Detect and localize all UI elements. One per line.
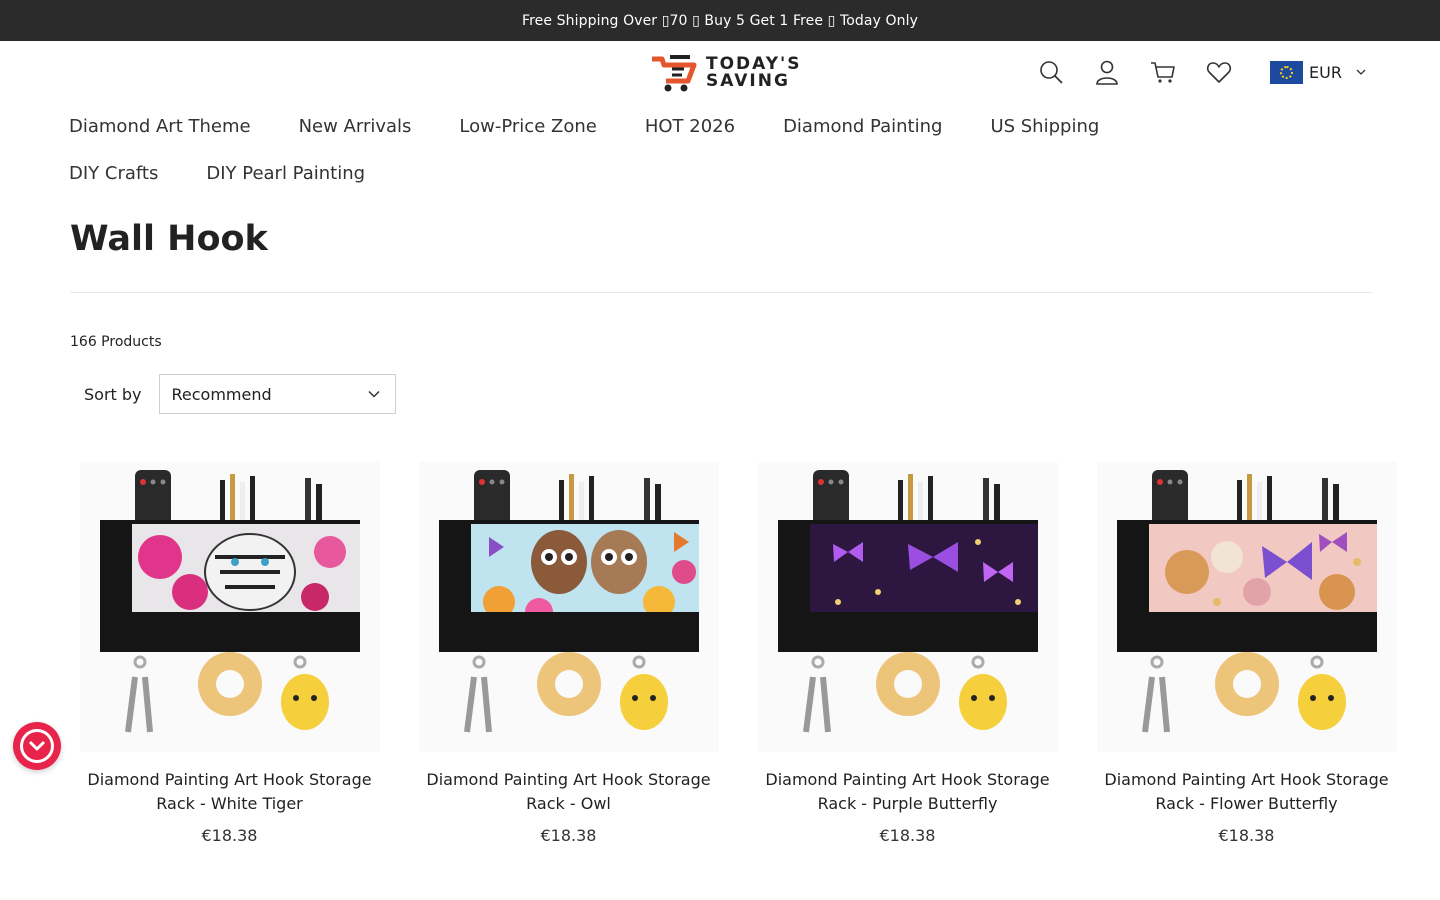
announcement-bar: Free Shipping Over ▯70 ▯ Buy 5 Get 1 Fre… bbox=[0, 0, 1440, 41]
sort-label: Sort by bbox=[84, 384, 142, 404]
sort-value: Recommend bbox=[171, 384, 272, 404]
page-title: Wall Hook bbox=[70, 219, 268, 259]
search-icon[interactable] bbox=[1036, 57, 1066, 87]
announcement-text: Free Shipping Over ▯70 ▯ Buy 5 Get 1 Fre… bbox=[522, 12, 918, 29]
heart-chevron-icon bbox=[20, 729, 54, 763]
nav-item-diy-crafts[interactable]: DIY Crafts bbox=[69, 152, 158, 199]
nav-item-diy-pearl-painting[interactable]: DIY Pearl Painting bbox=[206, 152, 365, 199]
product-image[interactable] bbox=[79, 462, 380, 752]
product-card[interactable]: Diamond Painting Art Hook Storage Rack -… bbox=[399, 462, 738, 845]
currency-label: EUR bbox=[1309, 62, 1342, 82]
account-icon[interactable] bbox=[1092, 57, 1122, 87]
nav-item-diamond-painting[interactable]: Diamond Painting bbox=[783, 105, 942, 152]
product-count: 166 Products bbox=[70, 334, 162, 350]
nav-item-us-shipping[interactable]: US Shipping bbox=[990, 105, 1099, 152]
product-image[interactable] bbox=[1096, 462, 1397, 752]
nav-item-hot-2026[interactable]: HOT 2026 bbox=[645, 105, 735, 152]
site-header: TODAY'S SAVING EUR bbox=[0, 41, 1440, 105]
product-price: €18.38 bbox=[201, 826, 258, 845]
sort-control: Sort by Recommend bbox=[84, 374, 396, 414]
product-card[interactable]: Diamond Painting Art Hook Storage Rack -… bbox=[1077, 462, 1416, 845]
product-price: €18.38 bbox=[879, 826, 936, 845]
product-image[interactable] bbox=[757, 462, 1058, 752]
divider bbox=[70, 292, 1372, 293]
rewards-button[interactable] bbox=[13, 722, 61, 770]
product-image[interactable] bbox=[418, 462, 719, 752]
wishlist-icon[interactable] bbox=[1204, 57, 1234, 87]
product-title[interactable]: Diamond Painting Art Hook Storage Rack -… bbox=[738, 768, 1077, 816]
nav-item-new-arrivals[interactable]: New Arrivals bbox=[299, 105, 412, 152]
product-card[interactable]: Diamond Painting Art Hook Storage Rack -… bbox=[60, 462, 399, 845]
cart-logo-icon bbox=[652, 55, 697, 92]
product-title[interactable]: Diamond Painting Art Hook Storage Rack -… bbox=[1077, 768, 1416, 816]
product-card[interactable]: Diamond Painting Art Hook Storage Rack -… bbox=[738, 462, 1077, 845]
chevron-down-icon bbox=[367, 390, 380, 398]
sort-select[interactable]: Recommend bbox=[158, 374, 396, 414]
store-logo[interactable]: TODAY'S SAVING bbox=[650, 53, 801, 93]
product-grid: Diamond Painting Art Hook Storage Rack -… bbox=[60, 462, 1416, 845]
product-price: €18.38 bbox=[540, 826, 597, 845]
logo-wordmark: TODAY'S SAVING bbox=[706, 56, 801, 90]
header-actions: EUR bbox=[1036, 57, 1366, 87]
eu-flag-icon bbox=[1270, 60, 1303, 84]
cart-icon[interactable] bbox=[1148, 57, 1178, 87]
nav-item-low-price-zone[interactable]: Low-Price Zone bbox=[459, 105, 596, 152]
main-nav: Diamond Art Theme New Arrivals Low-Price… bbox=[0, 105, 1300, 199]
product-price: €18.38 bbox=[1218, 826, 1275, 845]
chevron-down-icon bbox=[1356, 69, 1366, 75]
logo-line-2: SAVING bbox=[706, 71, 790, 91]
currency-selector[interactable]: EUR bbox=[1270, 60, 1366, 84]
product-title[interactable]: Diamond Painting Art Hook Storage Rack -… bbox=[399, 768, 738, 816]
nav-item-diamond-art-theme[interactable]: Diamond Art Theme bbox=[69, 105, 251, 152]
product-title[interactable]: Diamond Painting Art Hook Storage Rack -… bbox=[60, 768, 399, 816]
